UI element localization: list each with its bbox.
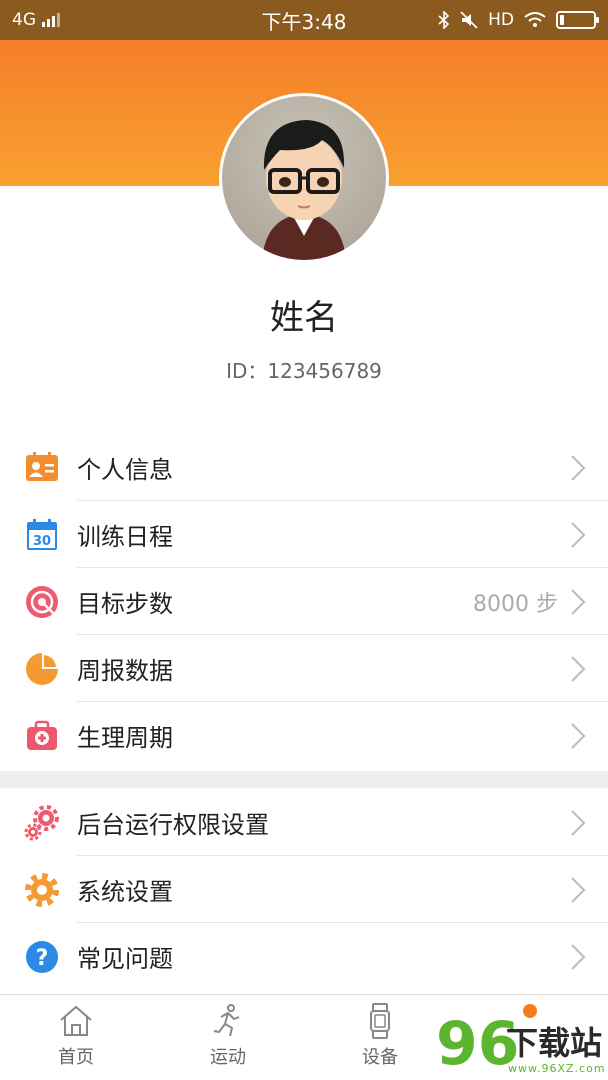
chevron-right-icon — [571, 722, 586, 749]
menu-group-settings: 后台运行权限设置 系统设置 ? 常见问题 — [0, 789, 608, 990]
medical-kit-icon — [27, 720, 57, 750]
watermark-logo: 96 下载站 www.96XZ.com — [436, 1012, 608, 1080]
menu-label: 常见问题 — [77, 945, 173, 973]
menu-label: 周报数据 — [77, 657, 173, 685]
watermark-title: 下载站 — [506, 1024, 603, 1062]
menu-label: 系统设置 — [77, 878, 173, 906]
network-label: 4G — [12, 10, 36, 30]
menu-label: 生理周期 — [77, 724, 173, 752]
menu-item-menstrual-cycle[interactable]: 生理周期 — [0, 702, 608, 769]
section-separator — [0, 771, 608, 788]
watch-icon — [370, 1003, 390, 1039]
question-icon: ? — [26, 940, 58, 973]
gear-icon — [25, 872, 59, 907]
tab-label: 运动 — [210, 1047, 246, 1068]
chevron-right-icon — [571, 655, 586, 682]
tab-device[interactable]: 设备 — [304, 995, 456, 1080]
status-bar: 4G 下午3:48 HD — [0, 0, 608, 40]
avatar-image — [222, 96, 386, 260]
wifi-icon — [524, 12, 546, 27]
profile-id: ID：123456789 — [226, 359, 382, 383]
hd-label: HD — [488, 10, 514, 30]
menu-label: 训练日程 — [77, 523, 173, 551]
menu-item-personal-info[interactable]: 个人信息 — [0, 434, 608, 501]
gears-icon — [24, 804, 59, 840]
menu-label: 目标步数 — [77, 590, 173, 618]
status-right: HD — [438, 10, 599, 30]
chevron-right-icon — [571, 588, 586, 615]
menu-item-weekly-report[interactable]: 周报数据 — [0, 635, 608, 702]
tab-sport[interactable]: 运动 — [152, 995, 304, 1080]
menu-label: 个人信息 — [77, 456, 173, 484]
battery-icon — [556, 11, 599, 29]
svg-text:30: 30 — [33, 534, 51, 549]
menu-item-target-steps[interactable]: 目标步数 8000 步 — [0, 568, 608, 635]
runner-icon — [213, 1004, 240, 1037]
menu-item-training-schedule[interactable]: 30 训练日程 — [0, 501, 608, 568]
menu-group-primary: 个人信息 30 训练日程 目标步数 8000 步 周报数据 生理周期 — [0, 434, 608, 769]
mute-icon — [460, 11, 478, 29]
tab-home[interactable]: 首页 — [0, 995, 152, 1080]
home-icon — [60, 1005, 92, 1036]
watermark-url: www.96XZ.com — [508, 1062, 606, 1075]
profile-name: 姓名 — [270, 298, 338, 338]
avatar[interactable] — [219, 93, 389, 263]
menu-item-faq[interactable]: ? 常见问题 — [0, 923, 608, 990]
target-icon — [26, 585, 58, 618]
status-left: 4G — [12, 10, 60, 30]
chevron-right-icon — [571, 943, 586, 970]
menu-item-system-settings[interactable]: 系统设置 — [0, 856, 608, 923]
menu-label: 后台运行权限设置 — [77, 811, 269, 839]
tab-label: 首页 — [58, 1047, 94, 1068]
chevron-right-icon — [571, 521, 586, 548]
id-card-icon — [26, 451, 58, 481]
pie-chart-icon — [26, 652, 58, 685]
chevron-right-icon — [571, 454, 586, 481]
calendar-icon: 30 — [27, 518, 57, 550]
chevron-right-icon — [571, 809, 586, 836]
menu-item-background-permission[interactable]: 后台运行权限设置 — [0, 789, 608, 856]
svg-text:?: ? — [36, 946, 49, 971]
signal-icon — [42, 13, 60, 27]
target-steps-value: 8000 步 — [473, 591, 558, 617]
tab-label: 设备 — [362, 1047, 398, 1068]
chevron-right-icon — [571, 876, 586, 903]
bluetooth-icon — [438, 11, 450, 29]
